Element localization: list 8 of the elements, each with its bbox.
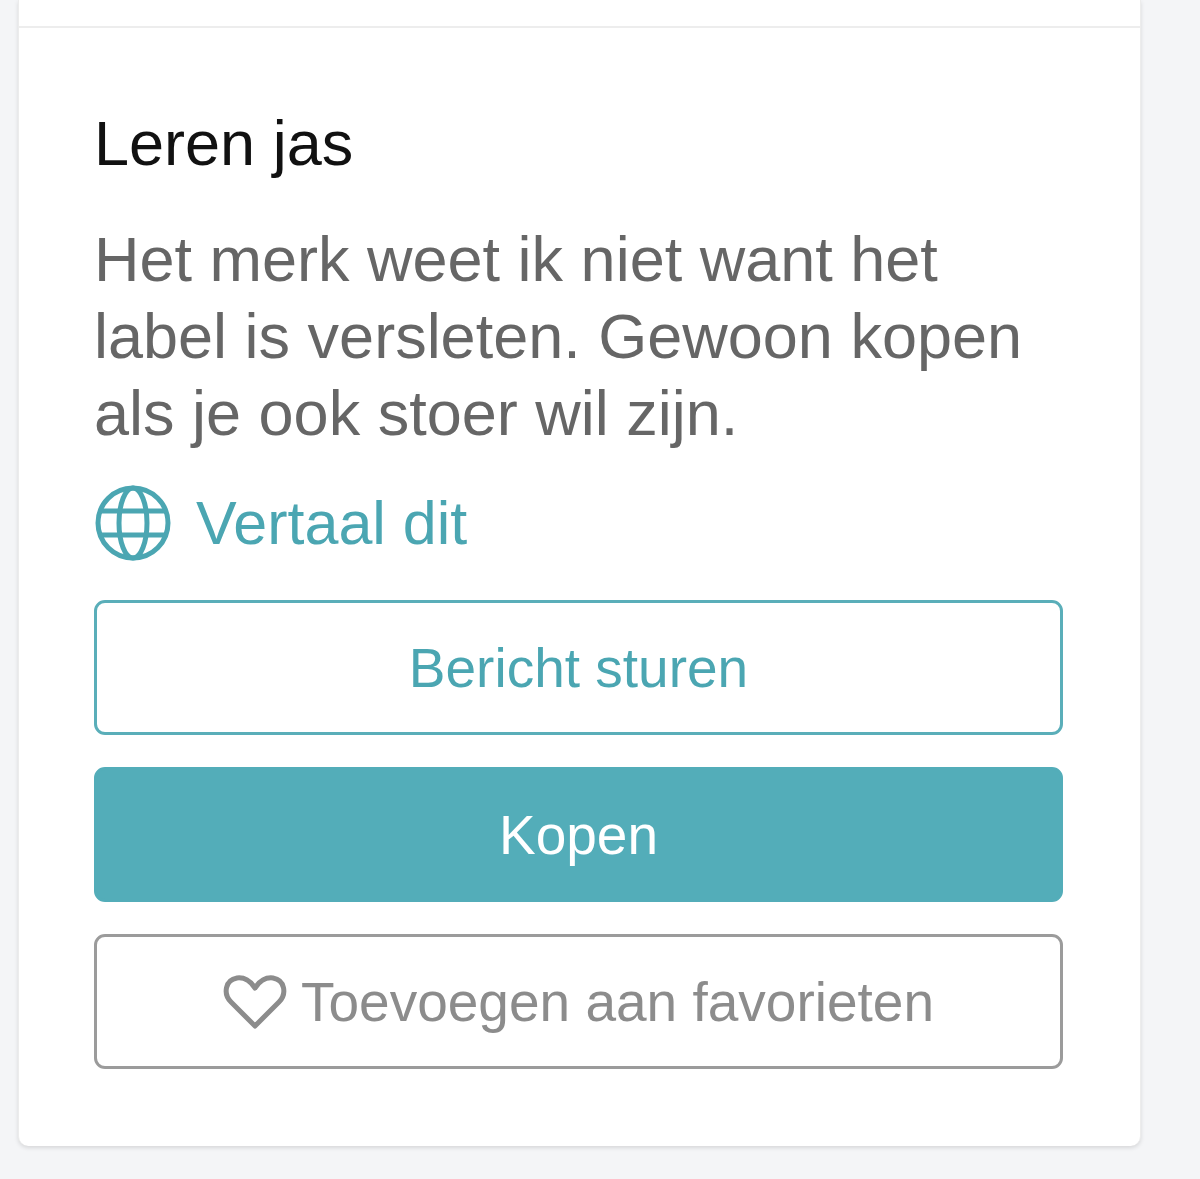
translate-link[interactable]: Vertaal dit <box>94 485 468 561</box>
heart-icon <box>223 973 287 1030</box>
favorite-button[interactable]: Toevoegen aan favorieten <box>94 934 1063 1069</box>
buy-button[interactable]: Kopen <box>94 767 1063 902</box>
listing-description: Het merk weet ik niet want het label is versleten. Gewoon kopen als je ook stoer wil zijn. <box>94 223 1024 450</box>
listing-title: Leren jas <box>94 107 354 180</box>
globe-icon <box>94 485 172 561</box>
message-button[interactable]: Bericht sturen <box>94 600 1063 735</box>
